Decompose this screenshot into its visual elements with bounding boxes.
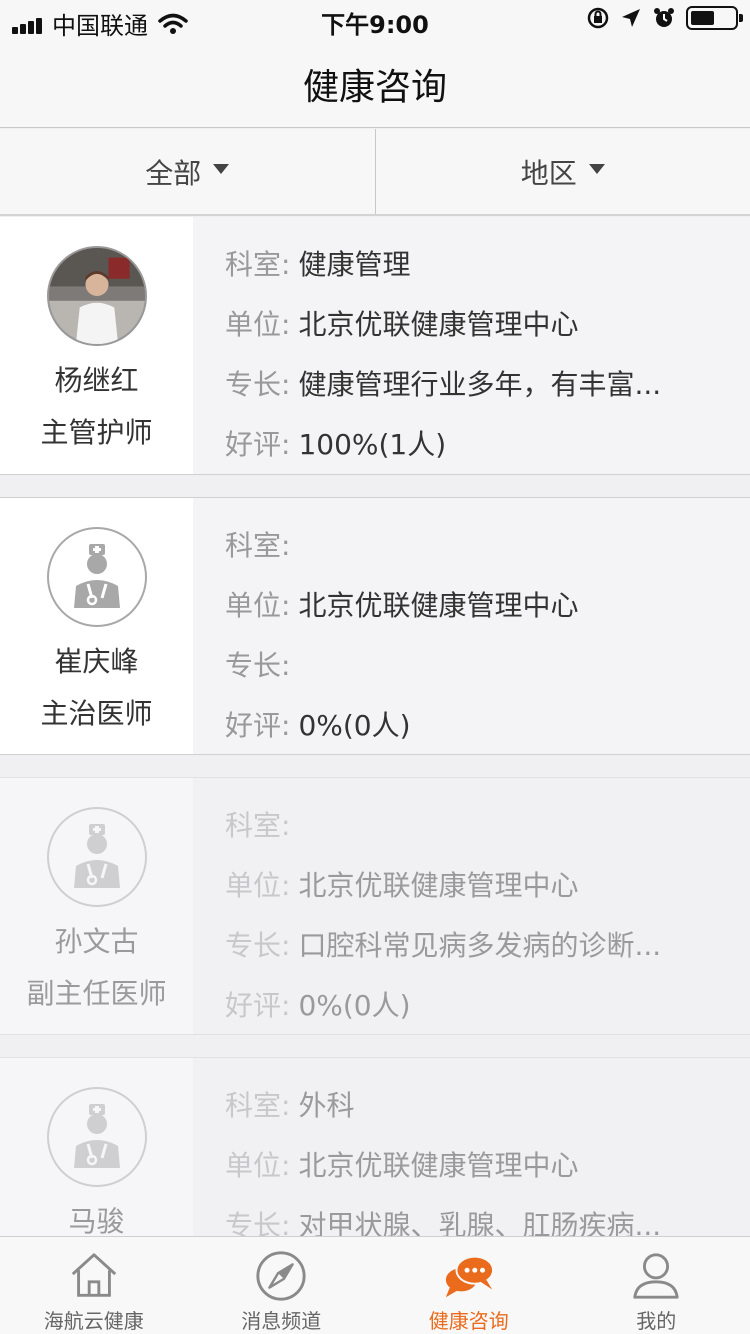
doctor-card[interactable]: 孙文古 副主任医师 科室: 单位: 北京优联健康管理中心 专长: 口腔科常见病多…	[0, 777, 750, 1035]
unit-label: 单位:	[225, 589, 291, 622]
department-label: 科室:	[225, 809, 291, 842]
unit-value: 北京优联健康管理中心	[298, 589, 579, 622]
filter-all-label: 全部	[145, 156, 202, 190]
department-label: 科室:	[225, 248, 291, 281]
specialty-label: 专长:	[225, 649, 291, 682]
tab-mine-label: 我的	[636, 1309, 677, 1333]
doctor-placeholder-icon	[46, 1087, 147, 1187]
department-row: 科室: 外科	[225, 1088, 750, 1148]
tab-home-label: 海航云健康	[43, 1309, 144, 1333]
doctor-card[interactable]: 崔庆峰 主治医师 科室: 单位: 北京优联健康管理中心 专长: 好评: 0%(0…	[0, 497, 750, 755]
rating-label: 好评:	[225, 428, 291, 461]
page-title: 健康咨询	[302, 66, 447, 108]
doctor-info: 科室: 单位: 北京优联健康管理中心 专长: 口腔科常见病多发病的诊断... 好…	[193, 778, 750, 1034]
doctor-placeholder-icon	[46, 807, 147, 907]
doctor-profile: 崔庆峰 主治医师	[0, 498, 193, 754]
doctor-info: 科室: 单位: 北京优联健康管理中心 专长: 好评: 0%(0人)	[193, 498, 750, 754]
rating-value: 0%(0人)	[298, 989, 411, 1022]
rating-value: 0%(0人)	[298, 709, 411, 742]
tab-bar: 海航云健康 消息频道 健康咨询 我的	[0, 1236, 750, 1334]
unit-row: 单位: 北京优联健康管理中心	[225, 307, 750, 367]
unit-label: 单位:	[225, 869, 291, 902]
tab-messages[interactable]: 消息频道	[188, 1237, 376, 1334]
rating-value: 100%(1人)	[298, 428, 447, 461]
rating-row: 好评: 100%(1人)	[225, 427, 750, 487]
doctor-title: 主管护师	[40, 416, 153, 449]
tab-messages-label: 消息频道	[241, 1309, 322, 1333]
department-value: 外科	[298, 1089, 355, 1122]
caret-down-icon	[213, 163, 230, 174]
unit-value: 北京优联健康管理中心	[298, 869, 579, 902]
unit-value: 北京优联健康管理中心	[298, 308, 579, 341]
doctor-card[interactable]: 杨继红 主管护师 科室: 健康管理 单位: 北京优联健康管理中心 专长: 健康管…	[0, 217, 750, 475]
doctor-photo-avatar	[46, 246, 147, 346]
doctor-info: 科室: 健康管理 单位: 北京优联健康管理中心 专长: 健康管理行业多年，有丰富…	[193, 217, 750, 474]
tab-health-consult[interactable]: 健康咨询	[375, 1237, 563, 1334]
doctor-name: 崔庆峰	[54, 645, 139, 678]
person-icon	[633, 1253, 679, 1299]
doctor-list: 杨继红 主管护师 科室: 健康管理 单位: 北京优联健康管理中心 专长: 健康管…	[0, 217, 750, 1315]
caret-down-icon	[588, 163, 605, 174]
department-row: 科室:	[225, 528, 750, 588]
doctor-title: 副主任医师	[26, 977, 167, 1010]
unit-row: 单位: 北京优联健康管理中心	[225, 868, 750, 928]
rotation-lock-icon	[587, 7, 609, 29]
filter-region-label: 地区	[520, 156, 577, 190]
doctor-name: 孙文古	[54, 925, 139, 958]
filter-all-dropdown[interactable]: 全部	[0, 129, 375, 214]
department-value: 健康管理	[298, 248, 411, 281]
location-arrow-icon	[622, 9, 640, 27]
status-bar: 中国联通 下午9:00	[0, 0, 750, 40]
unit-row: 单位: 北京优联健康管理中心	[225, 588, 750, 648]
department-row: 科室: 健康管理	[225, 247, 750, 307]
compass-icon	[256, 1251, 306, 1301]
tab-home[interactable]: 海航云健康	[0, 1237, 188, 1334]
department-label: 科室:	[225, 1089, 291, 1122]
chat-bubble-icon	[445, 1255, 494, 1298]
filter-bar: 全部 地区	[0, 129, 750, 216]
department-label: 科室:	[225, 529, 291, 562]
filter-region-dropdown[interactable]: 地区	[374, 129, 750, 214]
specialty-row: 专长: 口腔科常见病多发病的诊断...	[225, 928, 750, 988]
department-row: 科室:	[225, 808, 750, 868]
specialty-label: 专长:	[225, 929, 291, 962]
tab-mine[interactable]: 我的	[563, 1237, 750, 1334]
home-icon	[71, 1253, 116, 1297]
specialty-row: 专长:	[225, 648, 750, 708]
rating-row: 好评: 0%(0人)	[225, 988, 750, 1048]
alarm-icon	[654, 8, 674, 27]
unit-label: 单位:	[225, 1149, 291, 1182]
unit-value: 北京优联健康管理中心	[298, 1149, 579, 1182]
specialty-value: 健康管理行业多年，有丰富...	[298, 368, 662, 401]
doctor-title: 主治医师	[40, 697, 153, 730]
doctor-profile: 杨继红 主管护师	[0, 217, 193, 474]
specialty-label: 专长:	[225, 368, 291, 401]
tab-health-consult-label: 健康咨询	[428, 1309, 509, 1333]
doctor-name: 杨继红	[54, 364, 139, 397]
unit-row: 单位: 北京优联健康管理中心	[225, 1148, 750, 1208]
nav-bar: 健康咨询	[0, 40, 750, 128]
rating-label: 好评:	[225, 989, 291, 1022]
doctor-profile: 孙文古 副主任医师	[0, 778, 193, 1034]
doctor-placeholder-icon	[46, 527, 147, 627]
unit-label: 单位:	[225, 308, 291, 341]
rating-row: 好评: 0%(0人)	[225, 708, 750, 768]
specialty-row: 专长: 健康管理行业多年，有丰富...	[225, 367, 750, 427]
rating-label: 好评:	[225, 709, 291, 742]
battery-icon	[686, 6, 743, 30]
specialty-value: 口腔科常见病多发病的诊断...	[298, 929, 662, 962]
